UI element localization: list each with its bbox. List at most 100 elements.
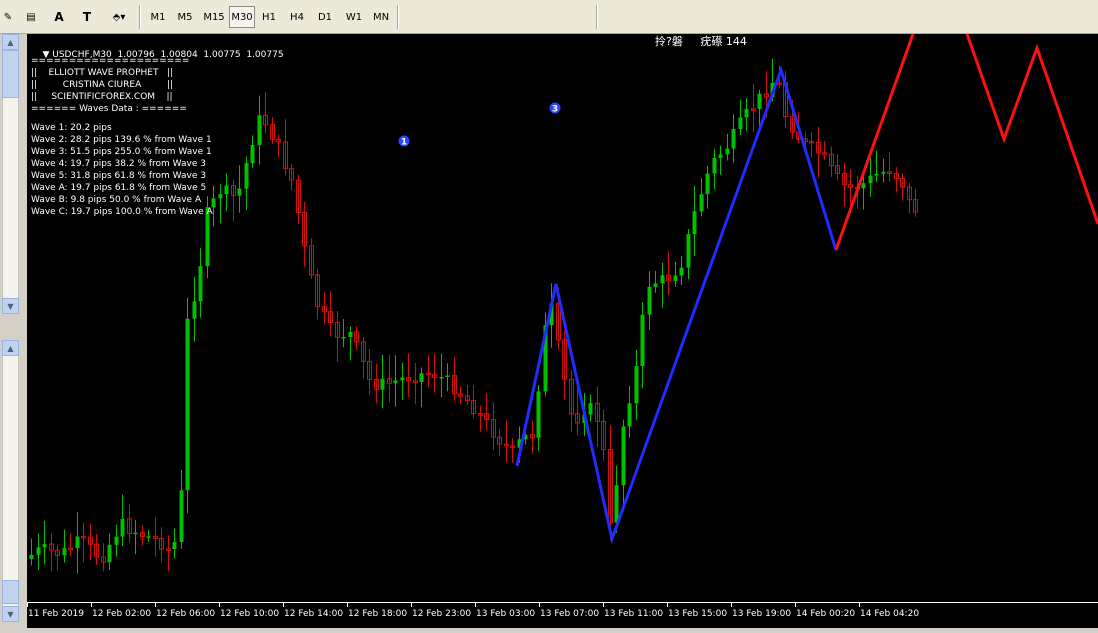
- left-panel: ▲ ▼ ▲ ▼: [0, 34, 25, 628]
- candle-body: [445, 375, 450, 377]
- candle-body: [348, 332, 353, 337]
- x-axis-label: 12 Feb 02:00: [92, 609, 151, 619]
- candle-body: [380, 378, 385, 390]
- candle-body: [634, 366, 639, 404]
- scroll-up-button[interactable]: ▲: [2, 340, 19, 356]
- x-axis-label: 13 Feb 11:00: [604, 609, 663, 619]
- candle-body: [673, 275, 678, 281]
- scroll-thumb[interactable]: [2, 580, 19, 604]
- candle-body: [192, 301, 197, 319]
- timeframe-m30-button[interactable]: M30: [229, 6, 255, 28]
- ea-box-line: =====================: [31, 56, 190, 66]
- x-axis: 11 Feb 2019 12 Feb 02:00 12 Feb 06:00 12 Fe…: [27, 602, 1098, 628]
- candle-body: [679, 267, 684, 276]
- wave-line: Wave A: 19.7 pips 61.8 % from Wave 5: [31, 183, 207, 193]
- candle-body: [868, 175, 873, 184]
- candle-body: [237, 188, 242, 196]
- x-axis-label: 12 Feb 23:00: [412, 609, 471, 619]
- timeframe-mn-button[interactable]: MN: [369, 6, 393, 28]
- toolbar-separator: [139, 5, 141, 29]
- price-chart[interactable]: 13 ▼ USDCHF,M30 1.00796 1.00804 1.00775 …: [27, 34, 1098, 602]
- candle-body: [244, 163, 249, 189]
- candle-body: [653, 283, 658, 287]
- scroll-thumb[interactable]: [2, 50, 19, 98]
- text-icon: A: [54, 10, 64, 24]
- x-axis-label: 12 Feb 14:00: [284, 609, 343, 619]
- candle-body: [718, 154, 723, 158]
- x-axis-label: 14 Feb 04:20: [860, 609, 919, 619]
- x-axis-label: 12 Feb 18:00: [348, 609, 407, 619]
- candle-body: [341, 337, 346, 339]
- candle-body: [588, 403, 593, 415]
- candle-body: [62, 548, 67, 556]
- candle-body: [621, 426, 626, 486]
- timeframe-m1-button[interactable]: M1: [146, 6, 170, 28]
- scroll-down-button[interactable]: ▼: [2, 606, 19, 622]
- candle-body: [400, 377, 405, 381]
- arrow-dropdown-icon: ⬘▾: [112, 11, 126, 23]
- candle-body: [647, 286, 652, 315]
- candle-body: [686, 234, 691, 268]
- candle-body: [536, 391, 541, 438]
- x-axis-label: 13 Feb 19:00: [732, 609, 791, 619]
- toolbar-separator: [397, 5, 399, 29]
- ea-box-line: || ELLIOTT WAVE PROPHET ||: [31, 68, 174, 78]
- candle-body: [257, 115, 262, 146]
- chart-toolbar: ✎ ▤ A T ⬘▾ M1 M5 M15 M30 H1 H4 D1 W1 MN: [0, 0, 1098, 34]
- candle-body: [744, 108, 749, 118]
- wave-data-list: Wave 1: 20.2 pips Wave 2: 28.2 pips 139.6…: [31, 122, 213, 218]
- candle-body: [738, 117, 743, 129]
- candle-body: [107, 544, 112, 563]
- candle-body: [757, 93, 762, 109]
- chart-canvas: 13: [29, 34, 1098, 574]
- arrows-tool-button[interactable]: ⬘▾: [104, 6, 134, 28]
- text-tool-button[interactable]: A: [48, 6, 70, 28]
- fibonacci-tool-button[interactable]: ✎: [0, 6, 16, 28]
- x-axis-label: 13 Feb 07:00: [540, 609, 599, 619]
- scroll-down-button[interactable]: ▼: [2, 298, 19, 314]
- timeframe-h4-button[interactable]: H4: [284, 6, 310, 28]
- timeframe-h1-button[interactable]: H1: [257, 6, 281, 28]
- projection-line: [834, 34, 915, 251]
- wave-line: Wave C: 19.7 pips 100.0 % from Wave A: [31, 207, 213, 217]
- candle-body: [75, 536, 80, 549]
- ea-box-line: || SCIENTIFICFOREX.COM ||: [31, 92, 173, 102]
- candle-body: [712, 158, 717, 174]
- candle-body: [120, 518, 125, 537]
- candle-body: [640, 314, 645, 366]
- wave-marker-label: 1: [401, 138, 407, 148]
- ea-info-box: ===================== || ELLIOTT WAVE PRO…: [31, 55, 189, 115]
- candle-body: [705, 173, 710, 195]
- candle-body: [627, 403, 632, 427]
- x-axis-label: 12 Feb 10:00: [220, 609, 279, 619]
- wave-line: Wave 1: 20.2 pips: [31, 123, 112, 133]
- candle-body: [29, 554, 34, 559]
- wave-line: Wave B: 9.8 pips 50.0 % from Wave A: [31, 195, 202, 205]
- timeframe-d1-button[interactable]: D1: [312, 6, 338, 28]
- candle-body: [881, 171, 886, 174]
- candle-body: [699, 194, 704, 212]
- timeframe-m15-button[interactable]: M15: [200, 6, 228, 28]
- garbled-label: 拎?磐 疣礤 144: [655, 35, 747, 48]
- candle-body: [614, 485, 619, 523]
- x-axis-label: 13 Feb 15:00: [668, 609, 727, 619]
- fibonacci-fan-button[interactable]: ▤: [20, 6, 42, 28]
- candle-body: [660, 275, 665, 284]
- ea-box-line: || CRISTINA CIUREA ||: [31, 80, 174, 90]
- x-axis-label: 12 Feb 06:00: [156, 609, 215, 619]
- candle-body: [419, 373, 424, 382]
- x-axis-label: 14 Feb 00:20: [796, 609, 855, 619]
- text-label-button[interactable]: T: [76, 6, 98, 28]
- scroll-up-button[interactable]: ▲: [2, 34, 19, 50]
- candle-body: [198, 266, 203, 302]
- candle-body: [731, 129, 736, 149]
- candle-body: [393, 380, 398, 384]
- timeframe-m5-button[interactable]: M5: [172, 6, 198, 28]
- timeframe-w1-button[interactable]: W1: [341, 6, 367, 28]
- candle-body: [36, 547, 41, 555]
- candle-body: [146, 536, 151, 538]
- candle-body: [224, 185, 229, 195]
- candle-body: [179, 490, 184, 542]
- wave-line: Wave 4: 19.7 pips 38.2 % from Wave 3: [31, 159, 206, 169]
- candle-body: [874, 173, 879, 176]
